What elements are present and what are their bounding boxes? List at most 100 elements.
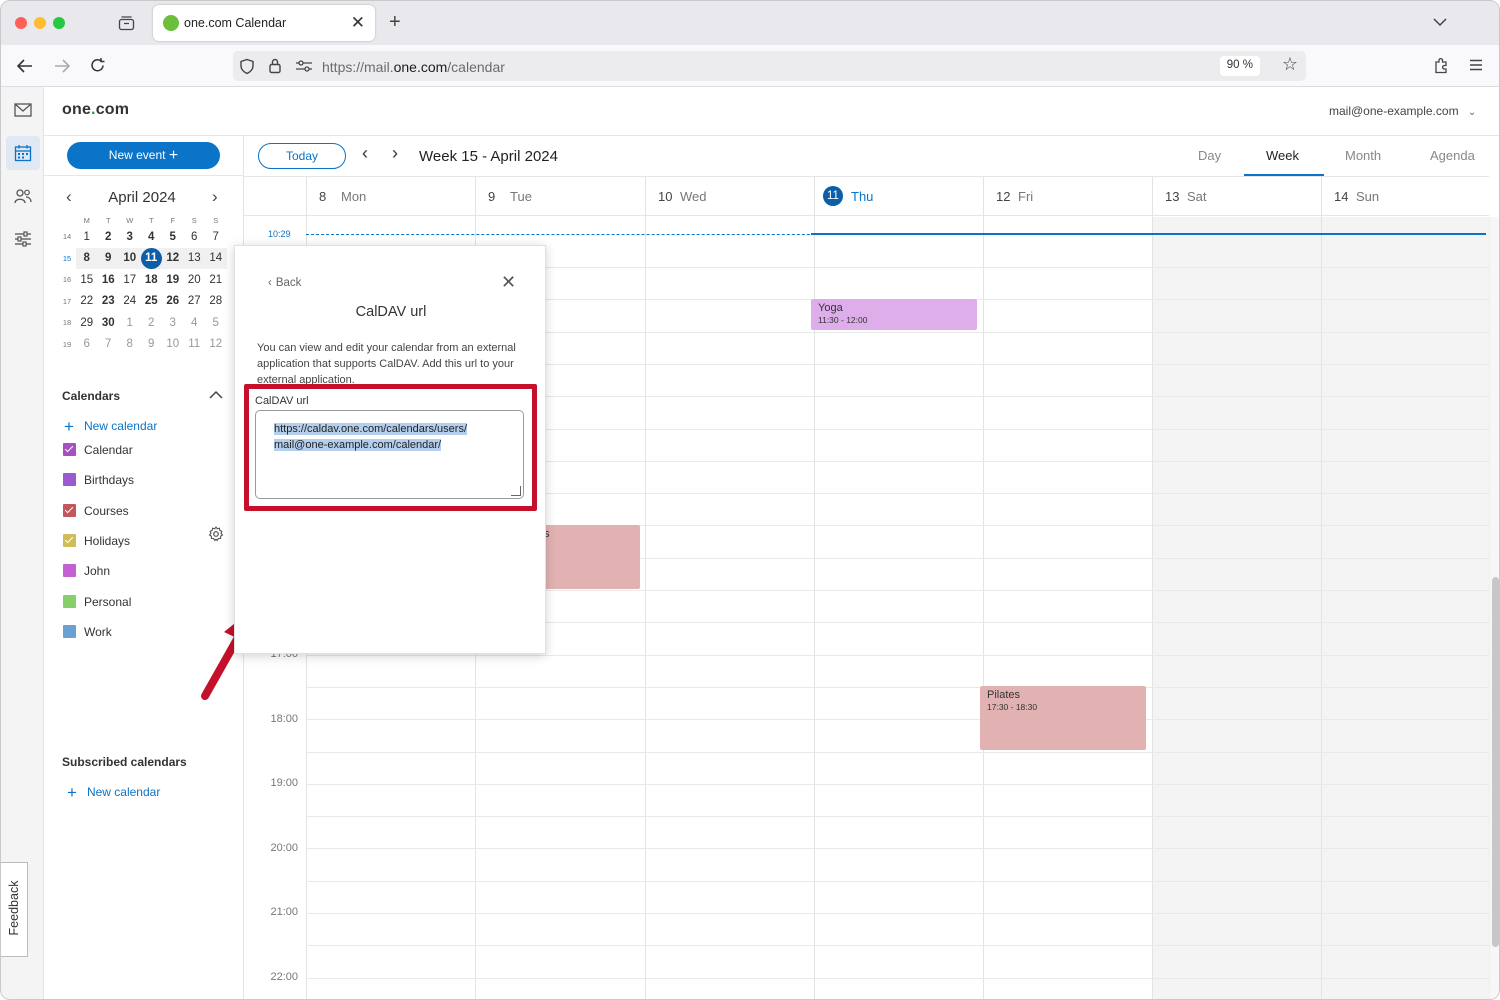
day-cell[interactable]: 8: [119, 334, 141, 356]
day-cell[interactable]: 26: [162, 291, 184, 313]
day-column[interactable]: [1152, 217, 1321, 1000]
one-com-logo[interactable]: one.com: [62, 101, 129, 119]
day-cell[interactable]: 11: [184, 334, 206, 356]
calendar-item-courses[interactable]: Courses: [63, 503, 233, 519]
day-cell[interactable]: 7: [205, 226, 227, 248]
calendar-checkbox[interactable]: [63, 534, 76, 547]
event-yoga[interactable]: Yoga 11:30 - 12:00: [811, 299, 977, 330]
day-header-mon[interactable]: 8Mon: [306, 177, 475, 217]
day-cell[interactable]: 25: [141, 291, 163, 313]
new-event-button[interactable]: New event +: [67, 142, 220, 169]
close-tab-icon[interactable]: ✕: [351, 13, 365, 33]
calendar-icon[interactable]: [6, 136, 40, 170]
day-cell[interactable]: 4: [184, 312, 206, 334]
week-number[interactable]: 16: [58, 269, 76, 291]
extensions-icon[interactable]: [1433, 57, 1449, 74]
scrollbar-thumb[interactable]: [1492, 577, 1499, 947]
day-column[interactable]: [814, 217, 983, 1000]
close-window-button[interactable]: [15, 17, 27, 29]
day-header-fri[interactable]: 12Fri: [983, 177, 1152, 217]
grid-scrollbar[interactable]: [1489, 217, 1500, 1000]
calendar-checkbox[interactable]: [63, 625, 76, 638]
week-number[interactable]: 14: [58, 226, 76, 248]
tab-overview-icon[interactable]: [118, 15, 135, 31]
day-cell[interactable]: 27: [184, 291, 206, 313]
day-cell[interactable]: 9: [98, 248, 120, 270]
feedback-tab[interactable]: Feedback: [1, 862, 28, 957]
tab-month[interactable]: Month: [1345, 148, 1381, 163]
settings-sliders-icon[interactable]: [6, 222, 40, 256]
week-number[interactable]: 18: [58, 312, 76, 334]
tab-agenda[interactable]: Agenda: [1430, 148, 1475, 163]
caldav-url-field[interactable]: https://caldav.one.com/calendars/users/m…: [255, 410, 524, 499]
browser-tab[interactable]: one.com Calendar ✕: [153, 5, 375, 41]
menu-icon[interactable]: [1469, 59, 1483, 71]
next-week-icon[interactable]: ›: [392, 143, 398, 164]
event-pilates[interactable]: Pilates 17:30 - 18:30: [980, 686, 1146, 750]
calendar-checkbox[interactable]: [63, 504, 76, 517]
new-calendar-button[interactable]: +New calendar: [64, 417, 157, 437]
lock-icon[interactable]: [268, 57, 282, 74]
day-cell[interactable]: 13: [184, 248, 206, 270]
day-cell[interactable]: 2: [141, 312, 163, 334]
zoom-level-badge[interactable]: 90 %: [1220, 56, 1260, 76]
day-cell[interactable]: 5: [205, 312, 227, 334]
minimize-window-button[interactable]: [34, 17, 46, 29]
resize-handle-icon[interactable]: [511, 486, 521, 496]
tab-week[interactable]: Week: [1266, 148, 1299, 163]
day-cell[interactable]: 5: [162, 226, 184, 248]
day-cell[interactable]: 28: [205, 291, 227, 313]
subscribed-new-calendar-button[interactable]: +New calendar: [67, 783, 160, 803]
day-cell[interactable]: 16: [98, 269, 120, 291]
day-cell[interactable]: 19: [162, 269, 184, 291]
day-cell[interactable]: 1: [119, 312, 141, 334]
day-cell[interactable]: 29: [76, 312, 98, 334]
day-cell[interactable]: 7: [98, 334, 120, 356]
day-cell[interactable]: 4: [141, 226, 163, 248]
week-number[interactable]: 19: [58, 334, 76, 356]
day-cell[interactable]: 15: [76, 269, 98, 291]
day-column[interactable]: [645, 217, 814, 1000]
calendar-checkbox[interactable]: [63, 473, 76, 486]
calendar-checkbox[interactable]: [63, 564, 76, 577]
tab-list-chevron-icon[interactable]: [1433, 17, 1447, 27]
shield-icon[interactable]: [239, 58, 255, 75]
day-cell[interactable]: 2: [98, 226, 120, 248]
day-column[interactable]: [1321, 217, 1489, 1000]
close-icon[interactable]: ✕: [501, 272, 516, 293]
calendar-item-calendar[interactable]: Calendar: [63, 442, 233, 458]
day-cell[interactable]: 6: [76, 334, 98, 356]
day-cell[interactable]: 30: [98, 312, 120, 334]
day-cell[interactable]: 20: [184, 269, 206, 291]
day-cell[interactable]: 10: [162, 334, 184, 356]
account-menu[interactable]: mail@one-example.com ⌄: [1329, 104, 1476, 118]
calendar-checkbox[interactable]: [63, 595, 76, 608]
back-arrow-icon[interactable]: [16, 58, 34, 74]
day-column[interactable]: [983, 217, 1152, 1000]
caldav-url-value[interactable]: https://caldav.one.com/calendars/users/m…: [274, 421, 514, 453]
day-header-wed[interactable]: 10Wed: [645, 177, 814, 217]
day-cell[interactable]: 6: [184, 226, 206, 248]
site-permissions-icon[interactable]: [295, 59, 313, 73]
prev-week-icon[interactable]: ‹: [362, 143, 368, 164]
day-header-tue[interactable]: 9Tue: [475, 177, 645, 217]
tab-day[interactable]: Day: [1198, 148, 1221, 163]
week-number[interactable]: 15: [58, 248, 76, 270]
day-header-thu[interactable]: 11Thu: [814, 177, 983, 217]
gear-icon[interactable]: [208, 526, 224, 542]
bookmark-star-icon[interactable]: ☆: [1282, 54, 1298, 75]
calendar-item-birthdays[interactable]: Birthdays: [63, 472, 233, 488]
day-cell[interactable]: 10: [119, 248, 141, 270]
day-cell[interactable]: 22: [76, 291, 98, 313]
day-cell[interactable]: 3: [119, 226, 141, 248]
next-month-icon[interactable]: ›: [212, 187, 218, 207]
contacts-icon[interactable]: [6, 179, 40, 213]
day-cell[interactable]: 3: [162, 312, 184, 334]
back-button[interactable]: ‹Back: [268, 277, 301, 289]
day-cell[interactable]: 23: [98, 291, 120, 313]
day-cell-today[interactable]: 11: [141, 248, 163, 270]
forward-arrow-icon[interactable]: [53, 58, 71, 74]
today-button[interactable]: Today: [258, 143, 346, 169]
day-cell[interactable]: 17: [119, 269, 141, 291]
zoom-window-button[interactable]: [53, 17, 65, 29]
